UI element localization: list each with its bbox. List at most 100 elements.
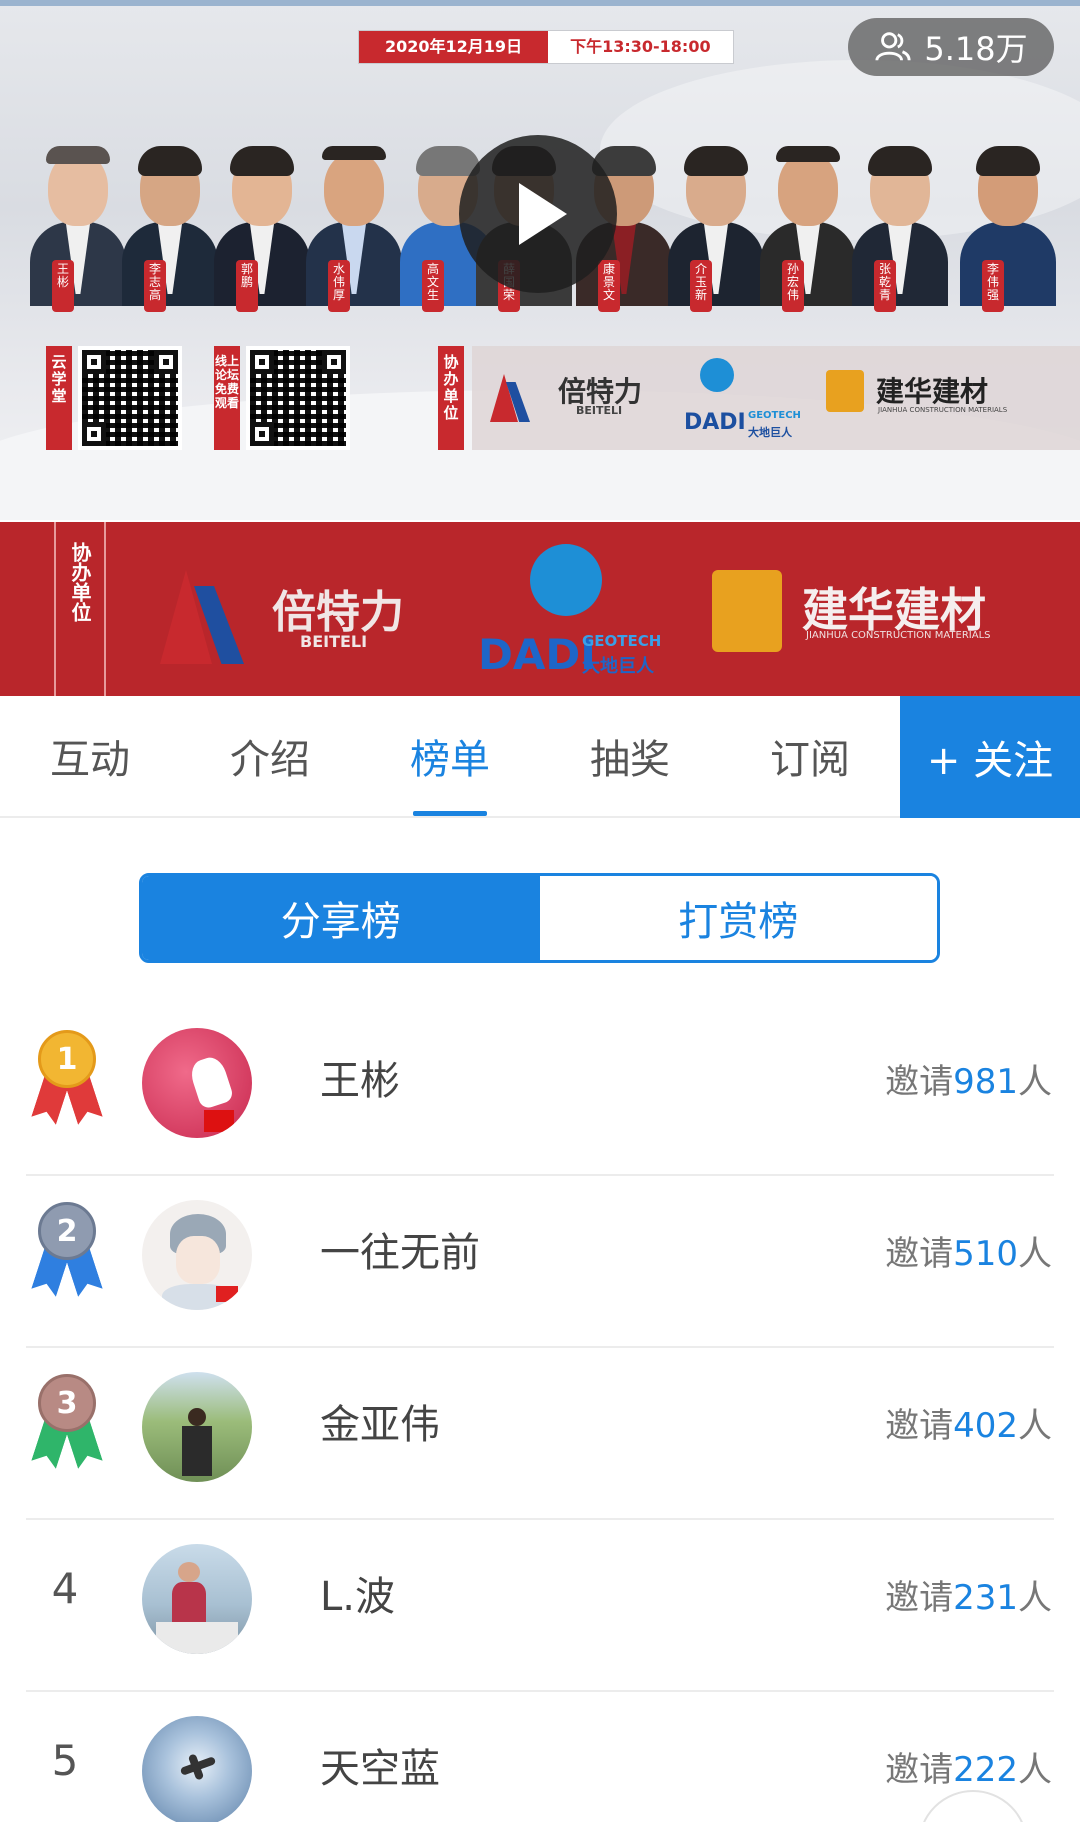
user-name: L.波 [320, 1574, 395, 1620]
avatar[interactable] [142, 1716, 252, 1822]
active-tab-indicator [413, 811, 487, 816]
invite-prefix: 邀请 [885, 1750, 954, 1790]
tab-lottery[interactable]: 抽奖 [540, 696, 720, 816]
invite-count: 邀请981人 [885, 1054, 1052, 1103]
ranking-row[interactable]: 3 金亚伟 邀请402人 [0, 1348, 1080, 1520]
forum-label: 线上论坛 免费观看 [214, 346, 240, 450]
beiteli-logo [160, 570, 244, 664]
medal-rank: 1 [38, 1030, 96, 1088]
avatar[interactable] [142, 1544, 252, 1654]
invite-suffix: 人 [1018, 1578, 1052, 1618]
share-ranking-tab[interactable]: 分享榜 [142, 876, 540, 960]
tab-bar: 互动 介绍 榜单 抽奖 订阅 + 关注 [0, 696, 1080, 818]
avatar[interactable] [142, 1372, 252, 1482]
bronze-medal-icon: 3 [28, 1374, 106, 1470]
jianhua-name-en: JIANHUA CONSTRUCTION MATERIALS [878, 406, 1008, 414]
invite-number: 222 [953, 1750, 1018, 1790]
reward-ranking-tab[interactable]: 打赏榜 [539, 876, 937, 960]
tab-label: 订阅 [770, 737, 850, 783]
jianhua-name: 建华建材 [876, 375, 989, 408]
viewer-count: 5.18万 [924, 30, 1028, 68]
speaker-name-tag: 介玉新 [690, 260, 712, 312]
invite-suffix: 人 [1018, 1750, 1052, 1790]
medal-rank: 3 [38, 1374, 96, 1432]
avatar[interactable] [142, 1028, 252, 1138]
invite-suffix: 人 [1018, 1234, 1052, 1274]
play-button[interactable] [459, 135, 617, 293]
invite-suffix: 人 [1018, 1406, 1052, 1446]
invite-prefix: 邀请 [885, 1578, 954, 1618]
tab-interaction[interactable]: 互动 [0, 696, 180, 816]
dadi-name-en: DADI [478, 630, 596, 679]
jianhua-name-en: JIANHUA CONSTRUCTION MATERIALS [806, 630, 991, 641]
ranking-row[interactable]: 4 L.波 邀请231人 [0, 1520, 1080, 1692]
top-strip [0, 0, 1080, 6]
beiteli-name: 倍特力 [272, 587, 404, 638]
invite-suffix: 人 [1018, 1062, 1052, 1102]
speaker-name-tag: 郭鹏 [236, 260, 258, 312]
qr-code-image [246, 346, 350, 450]
rank-number: 5 [51, 1736, 79, 1785]
rank-number: 4 [51, 1564, 79, 1613]
follow-button[interactable]: + 关注 [900, 696, 1080, 818]
dadi-name-en: DADI [684, 410, 746, 435]
play-icon [519, 183, 567, 245]
dadi-geotech: GEOTECH [748, 410, 801, 421]
event-date-text: 2020年12月19日 [359, 31, 549, 63]
invite-number: 402 [953, 1406, 1018, 1446]
beiteli-name-en: BEITELI [300, 632, 368, 651]
silver-medal-icon: 2 [28, 1202, 106, 1298]
dadi-logo [530, 544, 602, 616]
dadi-geotech: GEOTECH [582, 632, 662, 650]
live-banner[interactable]: 2020年12月19日 下午13:30-18:00 5.18万 王彬 李志高 郭… [0, 0, 1080, 520]
qr-code-image [78, 346, 182, 450]
ranking-row[interactable]: 1 王彬 邀请981人 [0, 1004, 1080, 1176]
tab-subscribe[interactable]: 订阅 [720, 696, 900, 816]
speaker-name-tag: 孙宏伟 [782, 260, 804, 312]
beiteli-name-en: BEITELI [576, 404, 623, 417]
invite-prefix: 邀请 [885, 1062, 954, 1102]
co-organizer-label-text: 协办单位 [68, 542, 92, 622]
user-name: 一往无前 [320, 1230, 480, 1276]
tab-label: 互动 [50, 737, 130, 783]
avatar[interactable] [142, 1200, 252, 1310]
event-date: 2020年12月19日 下午13:30-18:00 [358, 30, 734, 64]
speaker-name-tag: 水伟厚 [328, 260, 350, 312]
tab-leaderboard[interactable]: 榜单 [360, 696, 540, 816]
speaker-photo: 水伟厚 [306, 140, 402, 312]
speaker-photo: 李志高 [122, 140, 218, 312]
invite-number: 510 [953, 1234, 1018, 1274]
speaker-photo: 李伟强 [960, 140, 1056, 312]
sponsor-logo-panel: 倍特力 BEITELI DADI GEOTECH 大地巨人 建华建材 JIANH… [472, 346, 1080, 450]
jianhua-logo [826, 370, 864, 412]
speaker-name-tag: 李志高 [144, 260, 166, 312]
beiteli-logo [490, 374, 530, 422]
people-icon [875, 32, 911, 61]
ranking-row[interactable]: 5 天空蓝 邀请222人 [0, 1692, 1080, 1822]
leaderboard-switch: 分享榜 打赏榜 [139, 873, 940, 963]
sponsor-row: 云学堂 线上论坛 免费观看 协办单位 倍特力 BEITELI DADI GEOT… [0, 346, 1080, 452]
invite-count: 邀请222人 [885, 1742, 1052, 1791]
user-name: 金亚伟 [320, 1402, 440, 1448]
tab-intro[interactable]: 介绍 [180, 696, 360, 816]
dadi-name-cn: 大地巨人 [748, 426, 792, 439]
tab-label: 榜单 [410, 737, 490, 783]
invite-prefix: 邀请 [885, 1234, 954, 1274]
speaker-photo: 郭鹏 [214, 140, 310, 312]
user-name: 王彬 [320, 1058, 400, 1104]
tab-label: 抽奖 [590, 737, 670, 783]
invite-number: 231 [953, 1578, 1018, 1618]
cloud-label: 云学堂 [46, 346, 72, 450]
user-name: 天空蓝 [320, 1746, 440, 1792]
speaker-name-tag: 王彬 [52, 260, 74, 312]
invite-prefix: 邀请 [885, 1406, 954, 1446]
speaker-name-tag: 李伟强 [982, 260, 1004, 312]
ranking-row[interactable]: 2 一往无前 邀请510人 [0, 1176, 1080, 1348]
co-organizer-label: 协办单位 [54, 522, 106, 696]
speaker-photo: 王彬 [30, 140, 126, 312]
dadi-name-cn: 大地巨人 [582, 656, 654, 677]
co-organizer-label: 协办单位 [438, 346, 464, 450]
dadi-logo [700, 358, 734, 392]
jianhua-logo [712, 570, 782, 652]
invite-count: 邀请402人 [885, 1398, 1052, 1447]
